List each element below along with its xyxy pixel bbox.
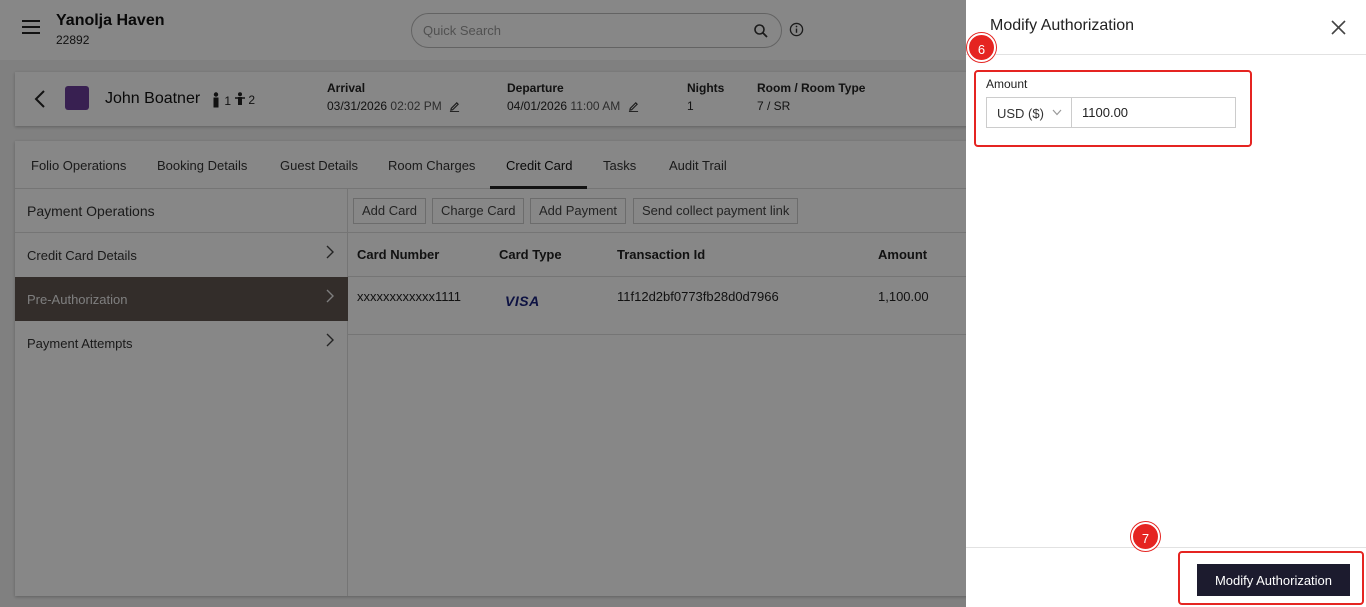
currency-value: USD ($) [997,106,1044,121]
modify-authorization-drawer: Modify Authorization Amount USD ($) Modi… [966,0,1366,607]
currency-select[interactable]: USD ($) [986,97,1072,128]
close-icon[interactable] [1331,20,1346,35]
amount-field[interactable] [1071,97,1236,128]
chevron-down-icon [1052,109,1062,116]
divider [966,54,1366,55]
divider [966,547,1366,548]
amount-label: Amount [986,77,1028,91]
modify-authorization-button[interactable]: Modify Authorization [1197,564,1350,596]
drawer-title: Modify Authorization [990,17,1135,34]
step-badge: 7 [1131,522,1160,551]
step-badge: 6 [967,33,996,62]
